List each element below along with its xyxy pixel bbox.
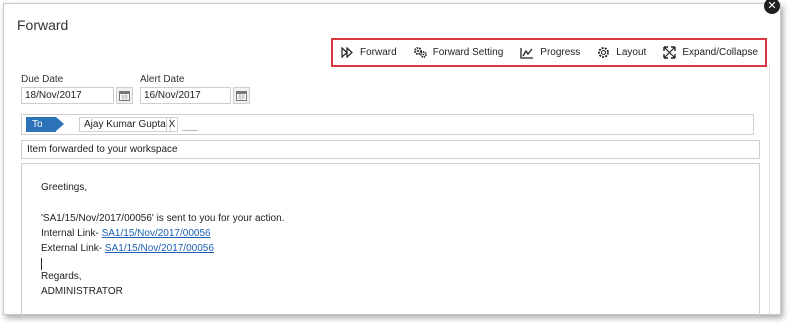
gears-icon xyxy=(413,47,427,58)
message-regards: Regards, xyxy=(41,271,82,282)
to-button[interactable]: To xyxy=(26,117,56,132)
external-link[interactable]: SA1/15/Nov/2017/00056 xyxy=(105,243,214,254)
close-icon: ✕ xyxy=(767,0,777,12)
expand-collapse-button[interactable]: Expand/Collapse xyxy=(663,46,758,59)
layout-button-label: Layout xyxy=(616,47,647,58)
message-signature: ADMINISTRATOR xyxy=(41,286,123,297)
message-greeting: Greetings, xyxy=(41,182,88,193)
due-date-label: Due Date xyxy=(21,74,64,85)
forward-dialog: Forward Forward Forward Setting Progress… xyxy=(3,3,781,317)
progress-button-label: Progress xyxy=(540,47,581,58)
recipient-input[interactable] xyxy=(182,130,198,131)
internal-link-line: Internal Link- SA1/15/Nov/2017/00056 xyxy=(41,228,211,239)
message-editor[interactable] xyxy=(21,163,760,317)
recipient-chip: Ajay Kumar Gupta xyxy=(79,117,171,132)
due-date-calendar-button[interactable] xyxy=(116,87,133,104)
to-button-arrow xyxy=(56,117,64,131)
alert-date-calendar-button[interactable] xyxy=(233,87,250,104)
internal-link[interactable]: SA1/15/Nov/2017/00056 xyxy=(102,228,211,239)
external-link-prefix: External Link- xyxy=(41,243,105,254)
double-play-icon xyxy=(341,47,353,58)
toolbar: Forward Forward Setting Progress Layout … xyxy=(331,38,767,67)
message-line: 'SA1/15/Nov/2017/00056' is sent to you f… xyxy=(41,213,285,224)
calendar-icon xyxy=(119,90,130,101)
forward-button-label: Forward xyxy=(360,47,397,58)
calendar-icon xyxy=(236,90,247,101)
alert-date-field[interactable]: 16/Nov/2017 xyxy=(140,87,231,104)
subject-field[interactable]: Item forwarded to your workspace xyxy=(21,140,760,159)
expand-collapse-button-label: Expand/Collapse xyxy=(682,47,758,58)
gear-icon xyxy=(598,47,610,58)
scrollbar-track[interactable] xyxy=(769,64,770,314)
layout-button[interactable]: Layout xyxy=(597,46,646,59)
internal-link-prefix: Internal Link- xyxy=(41,228,102,239)
progress-button[interactable]: Progress xyxy=(520,47,580,59)
remove-recipient-button[interactable]: X xyxy=(166,117,178,132)
recipients-field[interactable]: To Ajay Kumar Gupta X xyxy=(21,114,754,135)
forward-setting-button-label: Forward Setting xyxy=(432,47,504,58)
text-cursor xyxy=(41,258,42,270)
dialog-title: Forward xyxy=(17,17,69,33)
line-chart-icon xyxy=(520,47,534,59)
forward-setting-button[interactable]: Forward Setting xyxy=(413,47,504,58)
forward-button[interactable]: Forward xyxy=(341,47,397,58)
due-date-field[interactable]: 18/Nov/2017 xyxy=(21,87,114,104)
expand-arrows-icon xyxy=(663,46,677,59)
external-link-line: External Link- SA1/15/Nov/2017/00056 xyxy=(41,243,214,254)
alert-date-label: Alert Date xyxy=(140,74,185,85)
